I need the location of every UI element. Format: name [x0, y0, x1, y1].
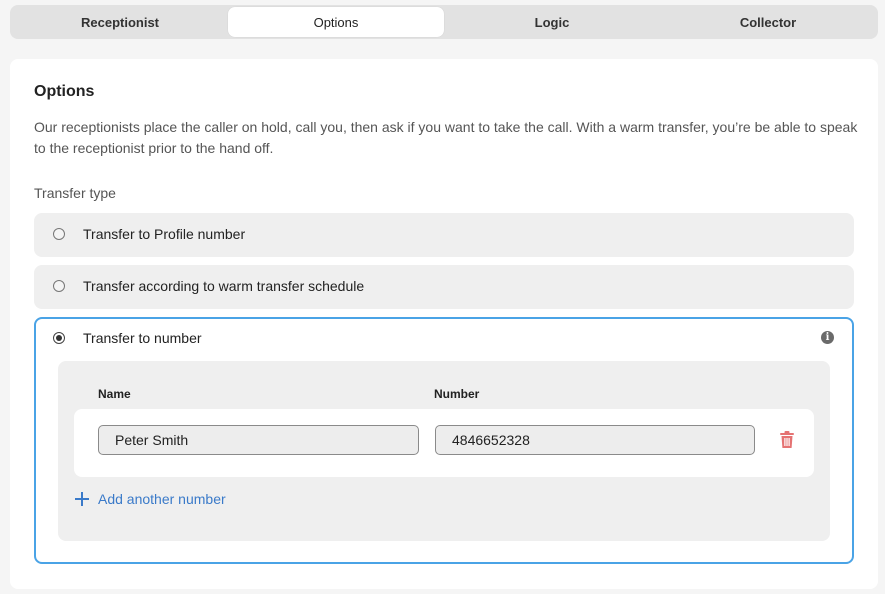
transfer-type-label: Transfer type	[34, 185, 116, 201]
trash-icon[interactable]	[779, 431, 795, 449]
option-transfer-warm-schedule[interactable]: Transfer according to warm transfer sche…	[34, 265, 854, 309]
add-another-number-label: Add another number	[98, 491, 226, 507]
tab-logic[interactable]: Logic	[444, 7, 660, 37]
tab-receptionist[interactable]: Receptionist	[12, 7, 228, 37]
radio-transfer-to-number[interactable]	[53, 332, 65, 344]
info-icon[interactable]: i	[821, 331, 834, 344]
options-card: Options Our receptionists place the call…	[10, 59, 878, 589]
plus-icon	[75, 492, 89, 506]
name-column-header: Name	[98, 387, 131, 401]
number-column-header: Number	[434, 387, 480, 401]
number-row	[74, 409, 814, 477]
tab-options[interactable]: Options	[228, 7, 444, 37]
options-description: Our receptionists place the caller on ho…	[34, 119, 858, 156]
page-title: Options	[34, 83, 95, 100]
number-input[interactable]	[435, 425, 755, 455]
add-another-number-button[interactable]: Add another number	[74, 491, 226, 507]
radio-transfer-profile-number[interactable]	[53, 228, 65, 240]
option-label: Transfer to number	[83, 330, 202, 346]
option-label: Transfer to Profile number	[83, 226, 246, 242]
option-label: Transfer according to warm transfer sche…	[83, 278, 365, 294]
option-transfer-to-number[interactable]: Transfer to number i Name Number Peter S…	[34, 317, 854, 564]
name-input[interactable]	[98, 425, 419, 455]
tab-collector[interactable]: Collector	[660, 7, 876, 37]
numbers-panel: Name Number Peter Smith 4846652328 Add a…	[58, 361, 830, 541]
tab-bar: Receptionist Options Logic Collector	[10, 5, 878, 39]
radio-transfer-warm-schedule[interactable]	[53, 280, 65, 292]
option-transfer-profile-number[interactable]: Transfer to Profile number	[34, 213, 854, 257]
